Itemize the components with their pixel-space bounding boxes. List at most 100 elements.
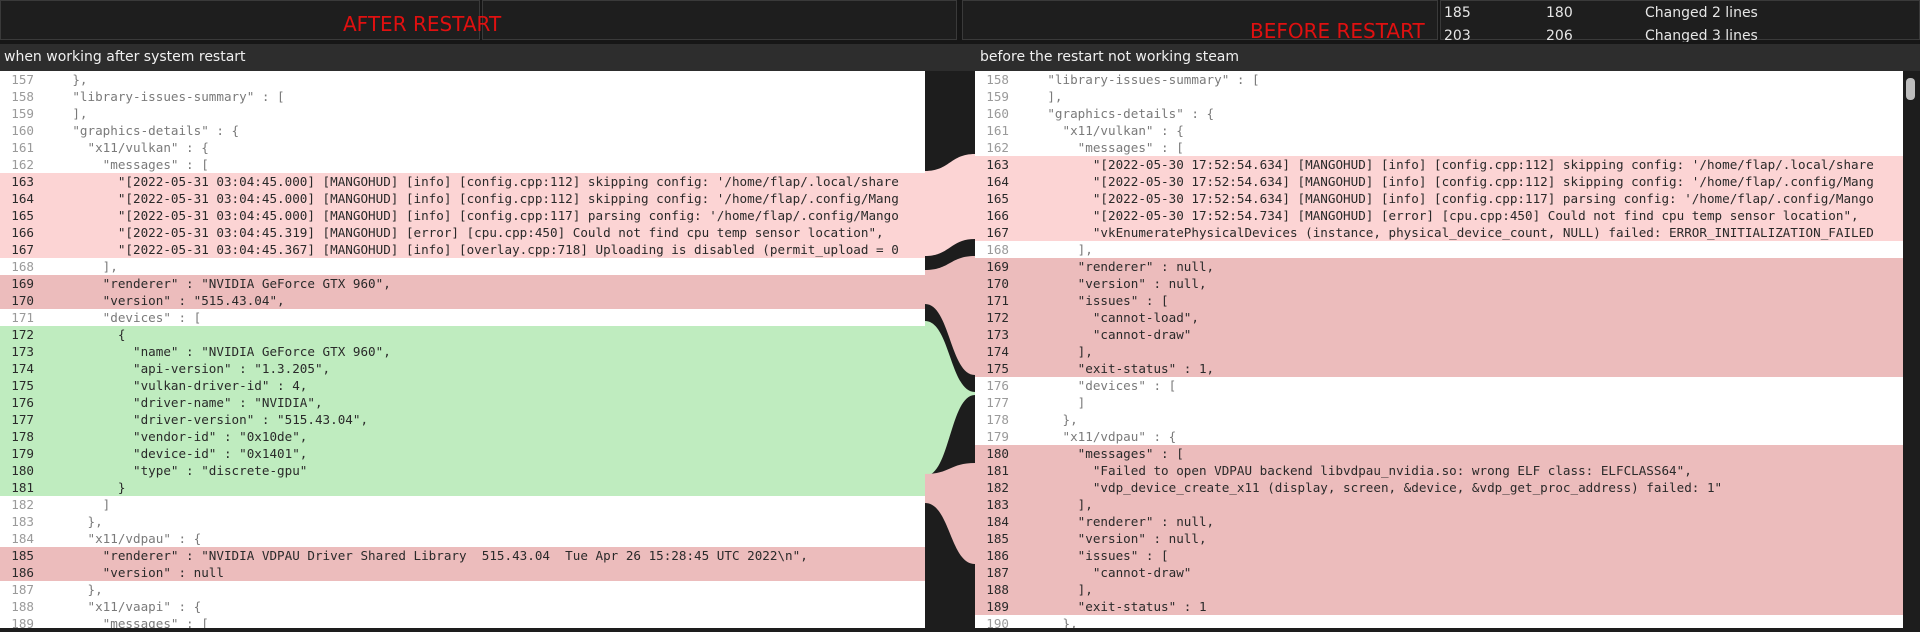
line-code: "[2022-05-31 03:04:45.000] [MANGOHUD] [i… — [42, 174, 899, 189]
diff-line[interactable]: 159 ], — [0, 105, 925, 122]
diff-line[interactable]: 157 }, — [0, 71, 925, 88]
diff-line[interactable]: 181 } — [0, 479, 925, 496]
diff-line[interactable]: 163 "[2022-05-31 03:04:45.000] [MANGOHUD… — [0, 173, 925, 190]
line-number: 180 — [11, 463, 34, 478]
line-number: 189 — [11, 616, 34, 628]
change-a[interactable]: 185 — [1444, 5, 1471, 21]
diff-line[interactable]: 171 "issues" : [ — [975, 292, 1903, 309]
diff-line[interactable]: 182 ] — [0, 496, 925, 513]
scrollbar-thumb[interactable] — [1906, 78, 1915, 100]
diff-line[interactable]: 178 "vendor-id" : "0x10de", — [0, 428, 925, 445]
line-code: "exit-status" : 1 — [1017, 599, 1207, 614]
diff-line[interactable]: 162 "messages" : [ — [0, 156, 925, 173]
line-number: 183 — [986, 497, 1009, 512]
line-number: 178 — [986, 412, 1009, 427]
diff-line[interactable]: 177 "driver-version" : "515.43.04", — [0, 411, 925, 428]
line-number: 159 — [11, 106, 34, 121]
diff-line[interactable]: 171 "devices" : [ — [0, 309, 925, 326]
diff-line[interactable]: 186 "issues" : [ — [975, 547, 1903, 564]
line-code: }, — [42, 514, 103, 529]
change-a[interactable]: 203 — [1444, 28, 1471, 42]
line-code: "[2022-05-30 17:52:54.734] [MANGOHUD] [e… — [1017, 208, 1859, 223]
diff-line[interactable]: 170 "version" : null, — [975, 275, 1903, 292]
line-number: 157 — [11, 72, 34, 87]
diff-line[interactable]: 189 "exit-status" : 1 — [975, 598, 1903, 615]
diff-line[interactable]: 173 "cannot-draw" — [975, 326, 1903, 343]
diff-line[interactable]: 166 "[2022-05-30 17:52:54.734] [MANGOHUD… — [975, 207, 1903, 224]
diff-line[interactable]: 188 "x11/vaapi" : { — [0, 598, 925, 615]
diff-line[interactable]: 189 "messages" : [ — [0, 615, 925, 628]
diff-line[interactable]: 177 ] — [975, 394, 1903, 411]
diff-line[interactable]: 174 ], — [975, 343, 1903, 360]
line-number: 188 — [986, 582, 1009, 597]
vertical-scrollbar[interactable] — [1903, 71, 1920, 628]
line-number: 185 — [11, 548, 34, 563]
diff-line[interactable]: 185 "renderer" : "NVIDIA VDPAU Driver Sh… — [0, 547, 925, 564]
diff-line[interactable]: 180 "type" : "discrete-gpu" — [0, 462, 925, 479]
diff-line[interactable]: 159 ], — [975, 88, 1903, 105]
line-code: ], — [1017, 242, 1093, 257]
diff-line[interactable]: 164 "[2022-05-31 03:04:45.000] [MANGOHUD… — [0, 190, 925, 207]
change-b[interactable]: 206 — [1546, 28, 1573, 42]
line-code: "messages" : [ — [1017, 446, 1184, 461]
right-diff-pane[interactable]: 158 "library-issues-summary" : [159 ], 16… — [975, 71, 1903, 628]
diff-line[interactable]: 176 "driver-name" : "NVIDIA", — [0, 394, 925, 411]
diff-line[interactable]: 161 "x11/vulkan" : { — [975, 122, 1903, 139]
diff-line[interactable]: 170 "version" : "515.43.04", — [0, 292, 925, 309]
diff-line[interactable]: 183 }, — [0, 513, 925, 530]
diff-line[interactable]: 164 "[2022-05-30 17:52:54.634] [MANGOHUD… — [975, 173, 1903, 190]
diff-line[interactable]: 158 "library-issues-summary" : [ — [975, 71, 1903, 88]
diff-line[interactable]: 176 "devices" : [ — [975, 377, 1903, 394]
diff-line[interactable]: 179 "x11/vdpau" : { — [975, 428, 1903, 445]
diff-line[interactable]: 169 "renderer" : null, — [975, 258, 1903, 275]
diff-line[interactable]: 187 "cannot-draw" — [975, 564, 1903, 581]
diff-line[interactable]: 175 "vulkan-driver-id" : 4, — [0, 377, 925, 394]
diff-line[interactable]: 167 "vkEnumeratePhysicalDevices (instanc… — [975, 224, 1903, 241]
diff-line[interactable]: 188 ], — [975, 581, 1903, 598]
diff-line[interactable]: 181 "Failed to open VDPAU backend libvdp… — [975, 462, 1903, 479]
line-code: "[2022-05-31 03:04:45.319] [MANGOHUD] [e… — [42, 225, 884, 240]
diff-line[interactable]: 169 "renderer" : "NVIDIA GeForce GTX 960… — [0, 275, 925, 292]
diff-line[interactable]: 190 }, — [975, 615, 1903, 628]
diff-line[interactable]: 168 ], — [975, 241, 1903, 258]
diff-line[interactable]: 165 "[2022-05-31 03:04:45.000] [MANGOHUD… — [0, 207, 925, 224]
diff-line[interactable]: 167 "[2022-05-31 03:04:45.367] [MANGOHUD… — [0, 241, 925, 258]
change-desc[interactable]: Changed 3 lines — [1645, 28, 1758, 42]
diff-line[interactable]: 184 "x11/vdpau" : { — [0, 530, 925, 547]
diff-line[interactable]: 179 "device-id" : "0x1401", — [0, 445, 925, 462]
diff-line[interactable]: 178 }, — [975, 411, 1903, 428]
line-code: "[2022-05-30 17:52:54.634] [MANGOHUD] [i… — [1017, 157, 1874, 172]
diff-line[interactable]: 168 ], — [0, 258, 925, 275]
diff-line[interactable]: 172 { — [0, 326, 925, 343]
diff-line[interactable]: 183 ], — [975, 496, 1903, 513]
diff-connector-lines — [925, 154, 975, 564]
line-code: "issues" : [ — [1017, 548, 1169, 563]
diff-line[interactable]: 160 "graphics-details" : { — [975, 105, 1903, 122]
change-b[interactable]: 180 — [1546, 5, 1573, 21]
diff-line[interactable]: 162 "messages" : [ — [975, 139, 1903, 156]
diff-line[interactable]: 184 "renderer" : null, — [975, 513, 1903, 530]
diff-line[interactable]: 174 "api-version" : "1.3.205", — [0, 360, 925, 377]
diff-line[interactable]: 160 "graphics-details" : { — [0, 122, 925, 139]
line-code: "cannot-draw" — [1017, 327, 1192, 342]
diff-line[interactable]: 163 "[2022-05-30 17:52:54.634] [MANGOHUD… — [975, 156, 1903, 173]
diff-line[interactable]: 175 "exit-status" : 1, — [975, 360, 1903, 377]
line-number: 171 — [986, 293, 1009, 308]
diff-line[interactable]: 182 "vdp_device_create_x11 (display, scr… — [975, 479, 1903, 496]
diff-line[interactable]: 186 "version" : null — [0, 564, 925, 581]
diff-line[interactable]: 158 "library-issues-summary" : [ — [0, 88, 925, 105]
diff-line[interactable]: 161 "x11/vulkan" : { — [0, 139, 925, 156]
diff-line[interactable]: 173 "name" : "NVIDIA GeForce GTX 960", — [0, 343, 925, 360]
line-number: 179 — [986, 429, 1009, 444]
diff-line[interactable]: 166 "[2022-05-31 03:04:45.319] [MANGOHUD… — [0, 224, 925, 241]
diff-line[interactable]: 185 "version" : null, — [975, 530, 1903, 547]
line-code: "type" : "discrete-gpu" — [42, 463, 308, 478]
change-desc[interactable]: Changed 2 lines — [1645, 5, 1758, 21]
left-diff-pane[interactable]: 157 }, 158 "library-issues-summary" : [15… — [0, 71, 925, 628]
line-number: 186 — [11, 565, 34, 580]
diff-line[interactable]: 187 }, — [0, 581, 925, 598]
line-code: ] — [42, 497, 111, 512]
diff-line[interactable]: 165 "[2022-05-30 17:52:54.634] [MANGOHUD… — [975, 190, 1903, 207]
diff-line[interactable]: 180 "messages" : [ — [975, 445, 1903, 462]
diff-line[interactable]: 172 "cannot-load", — [975, 309, 1903, 326]
